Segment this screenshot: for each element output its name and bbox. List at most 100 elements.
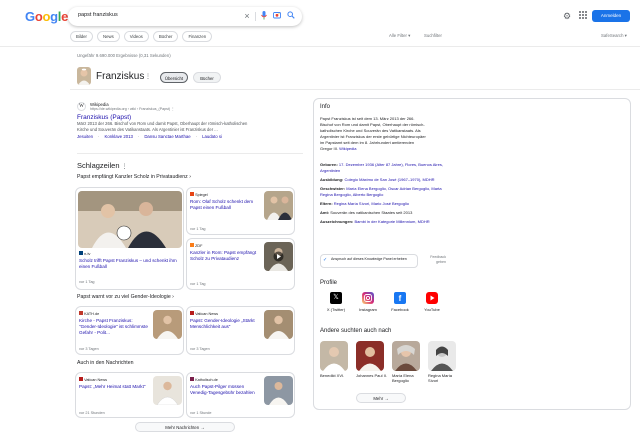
more-label: Mehr <box>373 396 384 401</box>
header-divider <box>0 46 640 47</box>
news-title[interactable]: Papst: „Mehr Heimat statt Markt" <box>79 384 149 390</box>
more-options-icon[interactable]: ⋮ <box>122 164 128 170</box>
camera-icon[interactable] <box>272 11 282 22</box>
related-person[interactable]: Benedikt XVI. <box>320 341 352 383</box>
logo-letter: o <box>42 9 51 24</box>
news-title[interactable]: Auch Papst-Pilger müssen Venedig-Tagesge… <box>190 384 260 396</box>
news-image <box>153 376 182 405</box>
clear-icon[interactable]: × <box>242 11 252 22</box>
news-heading: Schlagzeilen ⋮ <box>77 161 128 170</box>
result-url: https://de.wikipedia.org › wiki › Franzi… <box>90 107 175 111</box>
claim-panel-link[interactable]: ✓ Anspruch auf dieses Knowledge Panel er… <box>320 254 418 268</box>
news-card[interactable]: KATH.de Kirche - Papst Franziskus: "Gend… <box>75 306 184 355</box>
fact-value[interactable]: Regina María Sívori, Mario José Bergogli… <box>334 201 409 206</box>
source-icon <box>79 311 83 315</box>
more-button[interactable]: Mehr → <box>356 393 406 403</box>
related-person[interactable]: Regina María Sívori <box>428 341 460 383</box>
mic-icon[interactable] <box>259 11 269 22</box>
desc-text: Gregor III. <box>320 146 339 151</box>
news-time: vor 1 Tag <box>190 282 206 286</box>
news-card-main[interactable]: n-tv Scholz trifft Papst Franziskus – un… <box>75 187 184 290</box>
chip-news[interactable]: News <box>97 31 120 42</box>
feedback-link[interactable]: Feedback geben <box>424 255 446 264</box>
news-time: vor 3 Tagen <box>190 347 210 351</box>
news-time: vor 21 Stunden <box>79 411 105 415</box>
news-card[interactable]: Vatican News Papst: Gender-Ideologie „St… <box>186 306 295 355</box>
more-options-icon[interactable]: ⋮ <box>145 73 151 80</box>
person-image <box>428 341 456 371</box>
topic-link[interactable]: Papst warnt vor zu viel Gender-Ideologie… <box>77 294 174 300</box>
profile-facebook[interactable]: f Facebook <box>384 292 416 312</box>
separator: · <box>195 134 198 139</box>
search-tools-button[interactable]: Suchfilter <box>424 33 442 38</box>
x-icon: 𝕏 <box>330 292 342 304</box>
signin-button[interactable]: Anmelden <box>592 10 630 22</box>
wikipedia-link[interactable]: Wikipedia <box>339 146 356 151</box>
separator: · <box>98 134 100 139</box>
people-also-search-title: Andere suchten auch nach <box>320 328 392 334</box>
search-icon[interactable] <box>286 11 296 22</box>
search-input[interactable]: papst franziskus <box>78 12 118 18</box>
related-person[interactable]: Johannes Paul II. <box>356 341 388 383</box>
more-news-button[interactable]: Mehr Nachrichten → <box>135 422 235 432</box>
topic-link[interactable]: Papst empfängt Kanzler Scholz in Privata… <box>77 174 191 180</box>
source-icon <box>190 192 194 196</box>
news-title[interactable]: Scholz trifft Papst Franziskus – und sch… <box>79 258 181 270</box>
section-divider <box>77 153 303 154</box>
sitelink[interactable]: Dansu Sanctae Marthae <box>144 134 190 139</box>
chip-finance[interactable]: Finanzen <box>182 31 213 42</box>
result-snippet-2: Kirche und Souverän des Vatikanstaats. A… <box>77 127 218 132</box>
chip-videos[interactable]: Videos <box>123 31 149 42</box>
info-facts: Geboren: 17. Dezember 1936 (Alter 87 Jah… <box>320 162 445 225</box>
source-icon <box>190 243 194 247</box>
result-stats: Ungefähr 9.690.000 Ergebnisse (0,31 Seku… <box>77 53 171 58</box>
search-box[interactable]: papst franziskus × <box>68 7 302 26</box>
all-filters-button[interactable]: Alle Filter ▾ <box>389 33 410 39</box>
gear-icon[interactable]: ⚙ <box>563 11 571 22</box>
sitelink[interactable]: Jesuiten <box>77 134 93 139</box>
chevron-down-icon: ▾ <box>624 33 627 38</box>
safesearch-button[interactable]: SafeSearch ▾ <box>601 33 627 39</box>
result-sitelinks: Jesuiten · Konklave 2013 · Dansu Sanctae M… <box>77 134 302 139</box>
related-person[interactable]: María Elena Bergoglio <box>392 341 424 383</box>
sitelink[interactable]: Konklave 2013 <box>104 134 132 139</box>
fact-key: Ausbildung: <box>320 177 344 182</box>
news-title[interactable]: Rom: Olaf Scholz schenkt dem Papst einen… <box>190 199 260 211</box>
chip-images[interactable]: Bilder <box>70 31 93 42</box>
sitelink[interactable]: Laudato si <box>202 134 222 139</box>
news-card[interactable]: Vatican News Papst: „Mehr Heimat statt M… <box>75 372 184 418</box>
tab-books[interactable]: Bücher <box>193 72 221 83</box>
desc-line: Gregor III. Wikipedia <box>320 146 445 152</box>
chevron-right-icon: › <box>172 294 174 300</box>
chip-books[interactable]: Bücher <box>152 31 179 42</box>
more-options-icon[interactable]: ⋮ <box>171 107 175 111</box>
result-url-text: https://de.wikipedia.org › wiki › Franzi… <box>90 107 171 111</box>
result-title-link[interactable]: Franziskus (Papst) <box>77 114 302 121</box>
entity-thumbnail[interactable] <box>77 67 91 85</box>
news-title[interactable]: Papst: Gender-Ideologie „Stärkt Menschli… <box>190 318 260 330</box>
source-name: Katholisch.de <box>195 378 218 382</box>
news-card[interactable]: Spiegel Rom: Olaf Scholz schenkt dem Pap… <box>186 187 295 235</box>
search-chips: Bilder News Videos Bücher Finanzen <box>70 31 213 42</box>
news-title[interactable]: Kanzler in Rom: Papst empfängt Scholz zu… <box>190 250 260 262</box>
apps-grid-icon[interactable] <box>579 11 587 19</box>
news-title[interactable]: Kirche - Papst Franziskus: "Gender-Ideol… <box>79 318 149 336</box>
profiles-title: Profile <box>320 280 338 286</box>
source-name: Vatican News <box>84 378 107 382</box>
news-card[interactable]: Katholisch.de Auch Papst-Pilger müssen V… <box>186 372 295 418</box>
entity-title: Franziskus <box>96 71 145 82</box>
fact-value[interactable]: Bambi in der Kategorie Millennium, MDHR <box>354 219 429 224</box>
profiles-row: 𝕏 X (Twitter) Instagram f Facebook YouTube <box>320 292 448 312</box>
fact-value[interactable]: Colegio Máximo de San José (1967–1970), … <box>344 177 434 182</box>
profile-youtube[interactable]: YouTube <box>416 292 448 312</box>
profile-x[interactable]: 𝕏 X (Twitter) <box>320 292 352 312</box>
topic-text: Papst warnt vor zu viel Gender-Ideologie <box>77 294 171 300</box>
news-video-thumbnail[interactable] <box>264 242 293 271</box>
google-logo[interactable]: Google <box>25 9 68 24</box>
news-card[interactable]: ZDF Kanzler in Rom: Papst empfängt Schol… <box>186 238 295 290</box>
fact-value[interactable]: 17. Dezember 1936 (Alter 87 Jahre), Flor… <box>320 162 443 173</box>
profile-instagram[interactable]: Instagram <box>352 292 384 312</box>
instagram-icon <box>362 292 374 304</box>
people-also-search-row: Benedikt XVI. Johannes Paul II. María El… <box>320 341 460 383</box>
tab-overview[interactable]: Übersicht <box>160 72 188 83</box>
